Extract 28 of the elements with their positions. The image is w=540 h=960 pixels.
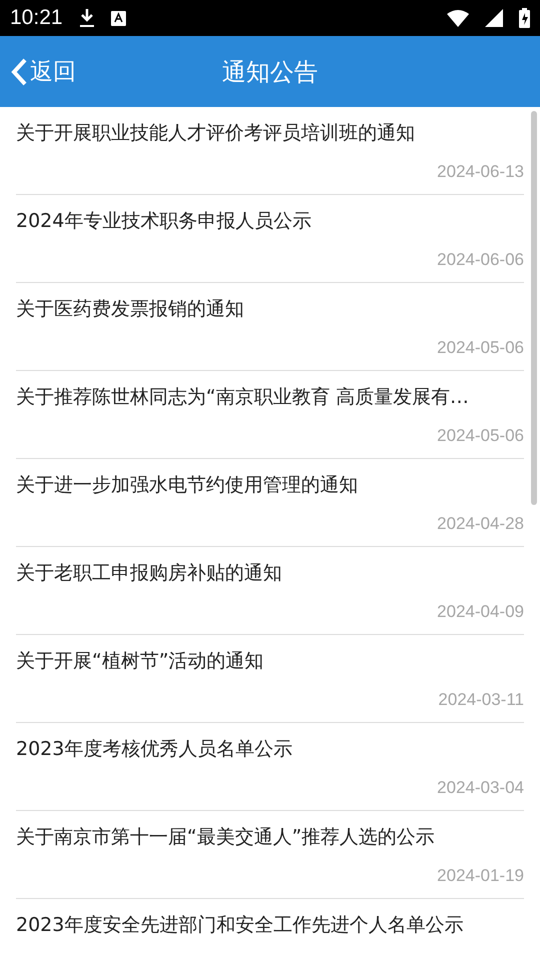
keyboard-icon bbox=[110, 10, 126, 26]
page-title: 通知公告 bbox=[222, 56, 318, 88]
back-button[interactable]: 返回 bbox=[0, 56, 76, 87]
notice-title[interactable]: 关于老职工申报购房补贴的通知 bbox=[16, 560, 282, 586]
notice-title[interactable]: 关于南京市第十一届“最美交通人”推荐人选的公示 bbox=[16, 824, 435, 850]
notice-date: 2024-03-04 bbox=[437, 778, 524, 798]
notice-title[interactable]: 关于开展职业技能人才评价考评员培训班的通知 bbox=[16, 120, 415, 146]
wifi-icon bbox=[447, 10, 469, 26]
notice-date: 2024-06-06 bbox=[437, 250, 524, 270]
notice-date: 2024-05-06 bbox=[437, 426, 524, 446]
notice-date: 2024-04-09 bbox=[437, 602, 524, 622]
notice-date: 2024-03-11 bbox=[438, 690, 524, 710]
notice-title[interactable]: 关于开展“植树节”活动的通知 bbox=[16, 648, 264, 674]
notice-date: 2024-04-28 bbox=[437, 514, 524, 534]
notice-title[interactable]: 2023年度安全先进部门和安全工作先进个人名单公示 bbox=[16, 912, 464, 938]
notice-title[interactable]: 2024年专业技术职务申报人员公示 bbox=[16, 208, 312, 234]
notice-date: 2024-06-13 bbox=[437, 162, 524, 182]
notice-title[interactable]: 关于推荐陈世林同志为“南京职业教育 高质量发展有… bbox=[16, 384, 469, 410]
battery-icon bbox=[519, 8, 530, 28]
chevron-left-icon bbox=[10, 58, 28, 86]
notice-title[interactable]: 关于进一步加强水电节约使用管理的通知 bbox=[16, 472, 358, 498]
notice-title[interactable]: 2023年度考核优秀人员名单公示 bbox=[16, 736, 292, 762]
status-time: 10:21 bbox=[10, 6, 63, 30]
notice-date: 2024-05-06 bbox=[437, 338, 524, 358]
notice-date: 2024-01-19 bbox=[437, 866, 524, 886]
download-icon bbox=[78, 8, 95, 28]
notice-title[interactable]: 关于医药费发票报销的通知 bbox=[16, 296, 244, 322]
signal-icon bbox=[485, 9, 503, 27]
